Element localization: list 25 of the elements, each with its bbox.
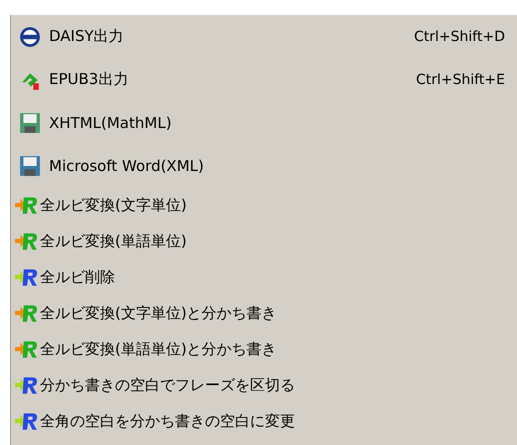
menu-item-label: 分かち書きの空白でフレーズを区切る — [40, 376, 295, 394]
shortcut-label: Ctrl+Shift+D — [414, 28, 505, 44]
menu-item-label: DAISY出力 — [49, 27, 124, 46]
shortcut-label: Ctrl+Shift+E — [416, 72, 505, 88]
menu-item[interactable]: XHTML(MathML) — [11, 101, 517, 144]
menu-item-label: 全ルビ変換(文字単位) — [40, 196, 187, 214]
menu-item-label: EPUB3出力 — [49, 70, 128, 89]
disc-icon — [19, 26, 41, 48]
menu-item[interactable]: 全角の空白を分かち書きの空白に変更 — [11, 403, 517, 439]
menu-item-label: Microsoft Word(XML) — [49, 156, 204, 174]
menu-item[interactable]: Microsoft Word(XML) — [11, 144, 517, 187]
menu-item[interactable]: 全ルビ変換(文字単位)と分かち書き — [11, 295, 517, 331]
menu-item-label: 全角の空白を分かち書きの空白に変更 — [40, 412, 295, 430]
menu-item[interactable]: 全ルビ変換(単語単位)と分かち書き — [11, 331, 517, 367]
menu-item[interactable]: 全ルビ変換(文字単位) — [11, 187, 517, 223]
menu-item[interactable]: 全ルビ変換(単語単位) — [11, 223, 517, 259]
menu-item[interactable]: EPUB3出力 Ctrl+Shift+E — [11, 58, 517, 101]
menu-item-label: 全ルビ変換(単語単位)と分かち書き — [40, 340, 277, 358]
menu-item-label: 全ルビ削除 — [40, 268, 115, 286]
menu-item[interactable]: 分かち書きの空白でフレーズを区切る — [11, 367, 517, 403]
menu-item-label: XHTML(MathML) — [49, 114, 172, 132]
menu-item-label: 全ルビ変換(単語単位) — [40, 232, 187, 250]
menu-item[interactable]: 全ルビ削除 — [11, 259, 517, 295]
menu-item[interactable]: DAISY出力 Ctrl+Shift+D — [11, 15, 517, 58]
menu-item-label: 全ルビ変換(文字単位)と分かち書き — [40, 304, 277, 322]
